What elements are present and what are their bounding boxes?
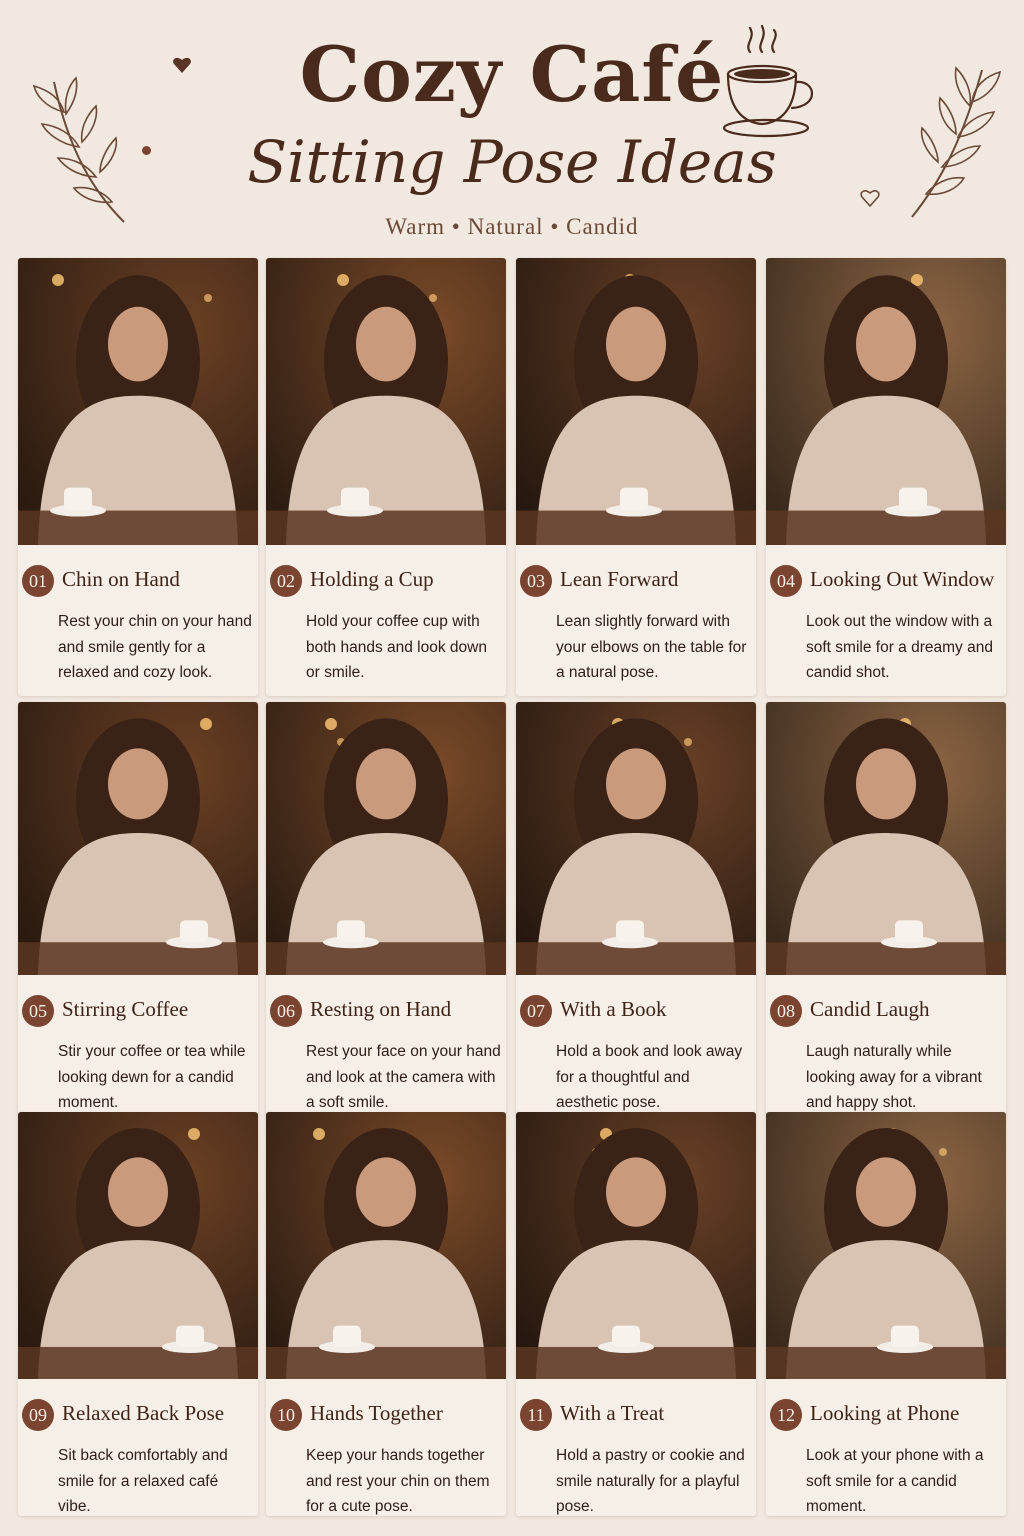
pose-number-badge: 12 [770, 1399, 802, 1431]
pose-description: Hold a book and look away for a thoughtf… [556, 1043, 743, 1111]
pose-title: Hands Together [310, 1401, 443, 1425]
pose-number-badge: 06 [270, 995, 302, 1027]
pose-photo [766, 258, 1006, 545]
pose-card: 08 Candid Laugh Laugh naturally while look… [766, 702, 1006, 1116]
pose-description: Sit back comfortably and smile for a rel… [58, 1447, 228, 1515]
pose-card: 12 Looking at Phone Look at your phone wit… [766, 1112, 1006, 1516]
pose-title: Candid Laugh [810, 997, 930, 1021]
pose-description: Lean slightly forward with your elbows o… [556, 613, 747, 681]
pose-photo [766, 1112, 1006, 1379]
pose-number-badge: 09 [22, 1399, 54, 1431]
pose-photo [516, 258, 756, 545]
pose-description: Look at your phone with a soft smile for… [806, 1447, 984, 1515]
pose-card: 04 Looking Out Window Look out the window … [766, 258, 1006, 696]
pose-card: 01 Chin on Hand Rest your chin on your han… [18, 258, 258, 696]
pose-title: Looking at Phone [810, 1401, 960, 1425]
pose-title: Relaxed Back Pose [62, 1401, 225, 1425]
pose-card: 06 Resting on Hand Rest your face on your … [266, 702, 506, 1116]
pose-card: 05 Stirring Coffee Stir your coffee or tea… [18, 702, 258, 1116]
pose-number-badge: 02 [270, 565, 302, 597]
pose-photo [18, 258, 258, 545]
page-tagline: Warm • Natural • Candid [385, 214, 639, 239]
pose-description: Look out the window with a soft smile fo… [806, 613, 993, 681]
pose-photo [766, 702, 1006, 975]
page-title: Cozy Café [299, 30, 725, 119]
pose-title: Resting on Hand [310, 997, 452, 1021]
pose-title: With a Book [560, 997, 667, 1021]
pose-description: Hold your coffee cup with both hands and… [306, 613, 487, 681]
pose-description: Rest your face on your hand and look at … [306, 1043, 501, 1111]
pose-number-badge: 01 [22, 565, 54, 597]
pose-card: 07 With a Book Hold a book and look away f… [516, 702, 756, 1116]
pose-number-badge: 10 [270, 1399, 302, 1431]
page-subtitle: Sitting Pose Ideas [247, 128, 777, 196]
pose-number-badge: 03 [520, 565, 552, 597]
pose-number-badge: 04 [770, 565, 802, 597]
pose-card: 11 With a Treat Hold a pastry or cookie an… [516, 1112, 756, 1516]
pose-title: Holding a Cup [310, 567, 434, 591]
pose-card: 10 Hands Together Keep your hands together… [266, 1112, 506, 1516]
pose-photo [266, 258, 506, 545]
pose-grid: 01 Chin on Hand Rest your chin on your han… [18, 258, 1006, 1520]
page-header: Cozy Café Sitting Pose Ideas Warm • Natu… [0, 0, 1024, 250]
pose-title: Looking Out Window [810, 567, 995, 591]
pose-photo [516, 1112, 756, 1379]
pose-photo [266, 1112, 506, 1379]
pose-photo [18, 1112, 258, 1379]
pose-number-badge: 08 [770, 995, 802, 1027]
pose-description: Hold a pastry or cookie and smile natura… [556, 1447, 745, 1515]
pose-number-badge: 05 [22, 995, 54, 1027]
pose-description: Keep your hands together and rest your c… [306, 1447, 490, 1515]
pose-number-badge: 11 [520, 1399, 552, 1431]
pose-title: Chin on Hand [62, 567, 180, 591]
pose-card: 02 Holding a Cup Hold your coffee cup with… [266, 258, 506, 696]
pose-photo [516, 702, 756, 975]
pose-description: Rest your chin on your hand and smile ge… [58, 613, 252, 681]
pose-description: Stir your coffee or tea while looking de… [58, 1043, 246, 1111]
pose-photo [18, 702, 258, 975]
pose-title: Stirring Coffee [62, 997, 189, 1021]
pose-description: Laugh naturally while looking away for a… [806, 1043, 982, 1111]
pose-title: Lean Forward [560, 567, 679, 591]
pose-number-badge: 07 [520, 995, 552, 1027]
pose-card: 09 Relaxed Back Pose Sit back comfortably … [18, 1112, 258, 1516]
pose-title: With a Treat [560, 1401, 665, 1425]
pose-photo [266, 702, 506, 975]
pose-card: 03 Lean Forward Lean slightly forward with… [516, 258, 756, 696]
